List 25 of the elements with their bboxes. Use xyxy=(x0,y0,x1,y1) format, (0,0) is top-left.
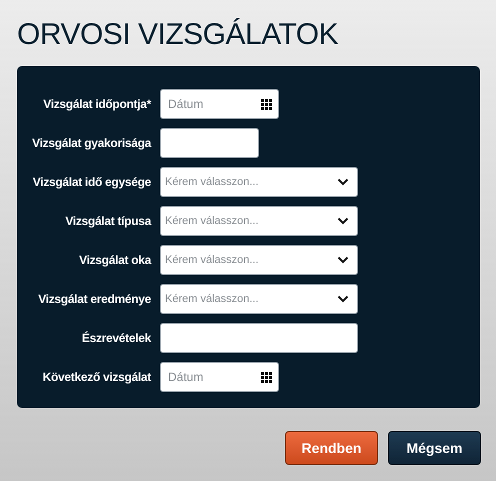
dialog-button[interactable]: Mégsem xyxy=(388,431,481,465)
chevron-down-icon xyxy=(337,178,349,186)
field-label: Észrevételek xyxy=(82,330,151,347)
chevron-down-icon xyxy=(337,217,349,225)
date-field[interactable]: Dátum xyxy=(160,89,279,119)
field-label: Vizsgálat gyakorisága xyxy=(32,135,151,152)
chevron-down-icon xyxy=(337,256,349,264)
text-field[interactable] xyxy=(160,128,259,158)
field-label: Következő vizsgálat xyxy=(42,369,151,386)
select-dropdown[interactable]: Kérem válasszon... xyxy=(160,245,358,275)
field-label: Vizsgálat eredménye xyxy=(38,291,151,308)
field-label: Vizsgálat típusa xyxy=(65,213,151,230)
calendar-grid-icon[interactable] xyxy=(261,372,272,382)
chevron-down-icon xyxy=(337,295,349,303)
field-label: Vizsgálat idő egysége xyxy=(32,174,151,191)
date-field[interactable]: Dátum xyxy=(160,362,279,392)
dialog-button[interactable]: Rendben xyxy=(285,431,378,465)
page-title: ORVOSI VIZSGÁLATOK xyxy=(16,17,338,53)
select-dropdown[interactable]: Kérem válasszon... xyxy=(160,206,358,236)
field-label: Vizsgálat oka xyxy=(79,252,151,269)
select-dropdown[interactable]: Kérem válasszon... xyxy=(160,167,358,197)
select-dropdown[interactable]: Kérem válasszon... xyxy=(160,284,358,314)
text-field[interactable] xyxy=(160,323,358,353)
field-label: Vizsgálat időpontja* xyxy=(43,96,151,113)
calendar-grid-icon[interactable] xyxy=(261,98,272,110)
